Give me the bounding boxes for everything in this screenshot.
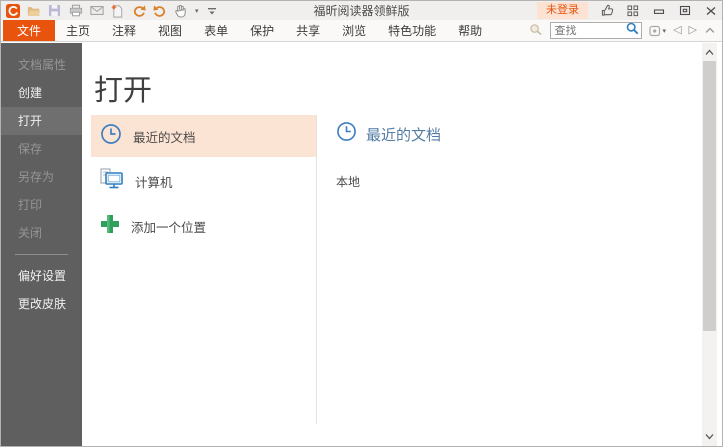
quick-access-toolbar: ▾ — [5, 3, 220, 18]
foxit-logo-icon[interactable] — [5, 3, 20, 18]
recent-documents-panel: 最近的文档 本地 — [336, 121, 688, 190]
save-icon[interactable] — [47, 3, 62, 18]
sidebar-item-close: 关闭 — [18, 226, 43, 240]
tab-home[interactable]: 主页 — [55, 20, 101, 41]
tab-share[interactable]: 共享 — [285, 20, 331, 41]
vertical-scrollbar[interactable] — [702, 43, 717, 446]
sidebar-item-save-as: 另存为 — [18, 170, 55, 184]
create-pdf-icon[interactable] — [110, 3, 125, 18]
clock-icon — [100, 123, 122, 150]
recent-documents-title: 最近的文档 — [366, 126, 442, 144]
backstage-view: 文档属性 创建 打开 保存 另存为 打印 关闭 偏好设置 更改皮肤 打开 最近的… — [1, 43, 722, 446]
customize-quick-access-icon[interactable] — [205, 3, 220, 18]
find-options-button[interactable]: ▾ — [648, 25, 667, 37]
backstage-sidebar: 文档属性 创建 打开 保存 另存为 打印 关闭 偏好设置 更改皮肤 — [1, 43, 82, 446]
collapse-ribbon-icon[interactable] — [704, 22, 716, 40]
recent-group-local: 本地 — [336, 175, 361, 189]
sidebar-item-document-properties: 文档属性 — [18, 58, 67, 72]
clock-icon — [336, 121, 357, 147]
sidebar-divider — [15, 254, 68, 255]
scrollbar-thumb[interactable] — [703, 61, 716, 331]
titlebar-right-controls: 未登录 — [537, 2, 718, 19]
scroll-up-icon[interactable] — [702, 45, 717, 60]
undo-icon[interactable] — [131, 3, 146, 18]
plus-icon — [100, 214, 120, 239]
print-icon[interactable] — [68, 3, 83, 18]
tab-comment[interactable]: 注释 — [101, 20, 147, 41]
recent-documents-header: 最近的文档 — [336, 121, 688, 147]
tab-features[interactable]: 特色功能 — [377, 20, 447, 41]
open-locations-list: 最近的文档 计算机 添加一个位置 — [91, 115, 316, 250]
scroll-down-icon[interactable] — [702, 429, 717, 444]
location-computer[interactable]: 计算机 — [91, 160, 316, 202]
find-toolbar: ▾ ◁ ▷ — [529, 20, 722, 41]
sidebar-item-print: 打印 — [18, 198, 43, 212]
tab-layout-grid-icon[interactable] — [626, 4, 640, 17]
email-icon[interactable] — [89, 3, 104, 18]
tab-form[interactable]: 表单 — [193, 20, 239, 41]
sidebar-item-preferences[interactable]: 偏好设置 — [1, 262, 82, 290]
page-title: 打开 — [94, 75, 153, 107]
sidebar-item-open[interactable]: 打开 — [1, 107, 82, 135]
tab-file[interactable]: 文件 — [3, 20, 56, 41]
sidebar-item-create[interactable]: 创建 — [1, 79, 82, 107]
previous-view-icon[interactable]: ◁ — [673, 25, 681, 36]
find-box — [549, 22, 642, 40]
tab-protect[interactable]: 保护 — [239, 20, 285, 41]
next-view-icon[interactable]: ▷ — [689, 25, 697, 36]
hand-tool-icon[interactable] — [173, 3, 188, 18]
computer-icon — [100, 167, 124, 195]
open-page: 打开 最近的文档 计算机 添加一个位置 最近的文档 本地 — [82, 43, 702, 446]
find-search-icon[interactable] — [626, 22, 639, 40]
tab-view[interactable]: 视图 — [147, 20, 193, 41]
ribbon-tab-bar: 文件 主页 注释 视图 表单 保护 共享 浏览 特色功能 帮助 ▾ ◁ ▷ — [1, 20, 722, 42]
open-file-icon[interactable] — [26, 3, 41, 18]
sidebar-item-save: 保存 — [18, 142, 43, 156]
close-button[interactable] — [704, 4, 718, 17]
login-button[interactable]: 未登录 — [537, 2, 588, 19]
minimize-button[interactable] — [652, 4, 666, 17]
app-window: ▾ 福昕阅读器领鲜版 未登录 文件 主页 注释 视图 表单 保护 共享 浏览 特… — [0, 0, 723, 447]
find-input[interactable] — [554, 24, 626, 37]
location-label: 最近的文档 — [133, 130, 196, 145]
location-recent-documents[interactable]: 最近的文档 — [91, 115, 316, 157]
tab-browse[interactable]: 浏览 — [331, 20, 377, 41]
panel-divider — [316, 115, 317, 424]
location-label: 添加一个位置 — [131, 220, 207, 235]
location-label: 计算机 — [135, 175, 173, 190]
hand-tool-dropdown-icon[interactable]: ▾ — [195, 7, 199, 15]
smart-search-icon — [529, 22, 543, 40]
restore-button[interactable] — [678, 4, 692, 17]
location-add-a-place[interactable]: 添加一个位置 — [91, 205, 316, 247]
title-bar: ▾ 福昕阅读器领鲜版 未登录 — [1, 1, 722, 20]
sidebar-item-change-skin[interactable]: 更改皮肤 — [1, 290, 82, 318]
thumbs-up-icon[interactable] — [600, 4, 614, 17]
find-options-caret-icon: ▾ — [662, 27, 667, 35]
tab-help[interactable]: 帮助 — [447, 20, 493, 41]
redo-icon[interactable] — [152, 3, 167, 18]
